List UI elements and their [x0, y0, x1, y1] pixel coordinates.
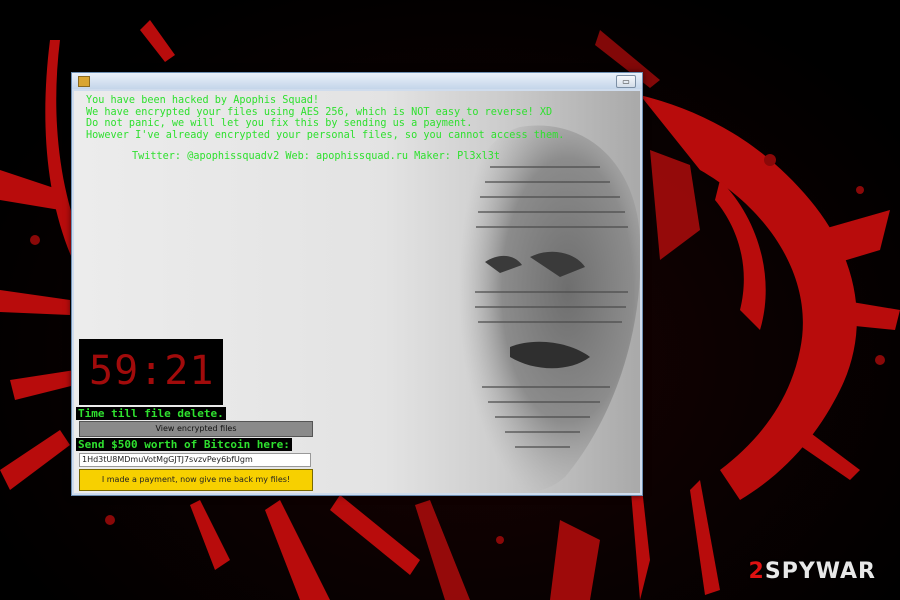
payment-made-button[interactable]: I made a payment, now give me back my fi… — [79, 469, 313, 491]
window-client-area: You have been hacked by Apophis Squad! W… — [74, 91, 640, 493]
contact-links: Twitter: @apophissquadv2 Web: apophissqu… — [132, 151, 501, 162]
message-line-1: You have been hacked by Apophis Squad! — [86, 95, 320, 106]
bitcoin-address-field[interactable]: 1Hd3tU8MDmuVotMgGJTJ7svzvPey6bfUgm — [79, 453, 311, 467]
restore-icon[interactable]: ▭ — [616, 75, 636, 88]
window-titlebar[interactable]: ▭ — [72, 73, 642, 89]
bitcoin-instruction-label: Send $500 worth of Bitcoin here: — [76, 438, 292, 451]
countdown-value: 59:21 — [89, 348, 215, 394]
ransom-window: ▭ You have been hacked by Apophis Squad!… — [71, 72, 643, 496]
timer-label: Time till file delete. — [76, 407, 226, 420]
ransom-message: You have been hacked by Apophis Squad! W… — [86, 95, 564, 141]
message-line-4: However I've already encrypted your pers… — [86, 129, 565, 141]
countdown-timer: 59:21 — [79, 339, 223, 405]
watermark-prefix: 2 — [748, 559, 765, 584]
app-icon — [78, 76, 90, 87]
watermark-logo: 2SPYWAR — [749, 559, 876, 584]
message-line-2: We have encrypted your files using AES 2… — [86, 106, 553, 118]
message-line-3: Do not panic, we will let you fix this b… — [86, 118, 473, 129]
view-encrypted-files-button[interactable]: View encrypted files — [79, 421, 313, 437]
watermark-text: SPYWAR — [764, 559, 876, 584]
